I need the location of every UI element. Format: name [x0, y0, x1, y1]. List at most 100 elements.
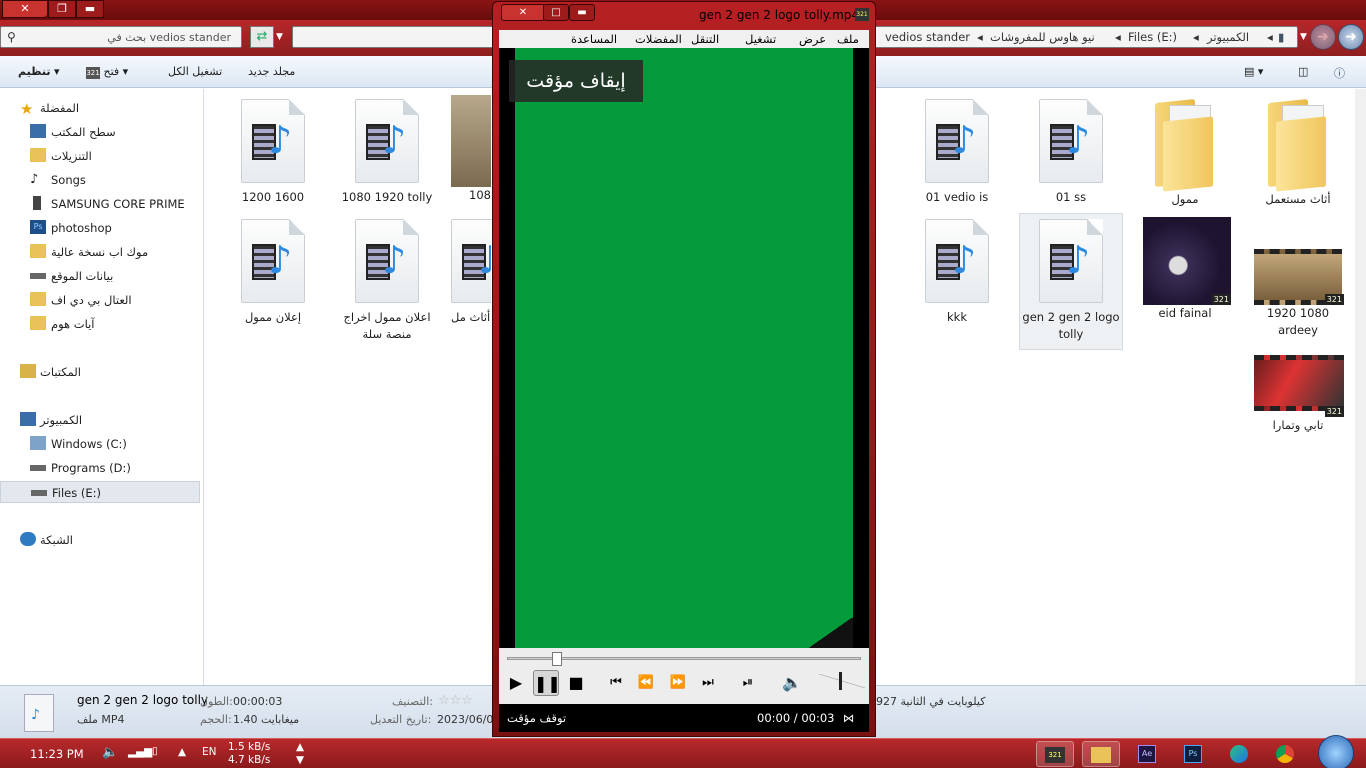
close-button[interactable]: ✕	[2, 0, 48, 18]
next-button[interactable]: ⏭	[695, 670, 721, 696]
search-placeholder: بحث في vedios stander	[107, 31, 231, 44]
nav-computer[interactable]: الكمبيوتر	[0, 409, 200, 431]
forward-button[interactable]: ➜	[1310, 24, 1336, 50]
history-dropdown[interactable]: ▼	[276, 26, 290, 48]
show-hidden-icons[interactable]: ▲	[178, 746, 186, 758]
file-item[interactable]: ♪ 1080 1920 tolly	[337, 99, 437, 206]
video-area[interactable]: إيقاف مؤقت	[499, 48, 869, 648]
rating-stars[interactable]: ☆☆☆	[438, 693, 473, 708]
star-icon: ★	[20, 100, 34, 118]
pause-button[interactable]: ❚❚	[533, 670, 561, 696]
file-item[interactable]: ♪ اعلان ممول اخراج منصة سلة	[337, 219, 437, 343]
file-item[interactable]: 321 eid fainal	[1135, 215, 1235, 322]
crumb-vedios[interactable]: vedios stander	[885, 30, 970, 44]
nav-downloads[interactable]: التنزيلات	[0, 145, 200, 167]
file-item[interactable]: ♪ 01 ss	[1021, 99, 1121, 206]
nav-pdf[interactable]: العتال بي دي اف	[0, 289, 200, 311]
nav-samsung[interactable]: SAMSUNG CORE PRIME	[0, 193, 200, 215]
open-button[interactable]: 321 فتح ▾	[86, 65, 128, 79]
back-button[interactable]: ➜	[1338, 24, 1364, 50]
aftereffects-taskbar-icon[interactable]: Ae	[1128, 741, 1166, 767]
menu-file[interactable]: ملف	[837, 32, 859, 46]
file-item[interactable]: 321 تابي وتمارا	[1248, 351, 1348, 434]
restore-button[interactable]: ❐	[48, 0, 76, 18]
language-indicator[interactable]: EN	[202, 746, 217, 758]
modified-label: تاريخ التعديل:	[370, 713, 432, 726]
nav-ayat[interactable]: آيات هوم	[0, 313, 200, 335]
file-item[interactable]: أثاث مستعمل	[1248, 95, 1348, 208]
new-folder-button[interactable]: مجلد جديد	[248, 65, 295, 78]
player-menu-bar: ملف عرض تشغيل التنقل المفضلات المساعدة	[499, 30, 869, 48]
minimize-button[interactable]: ▬	[76, 0, 104, 18]
network-tray-icon[interactable]: ▂▄▆	[128, 746, 152, 758]
net-upload: 1.5 kB/s	[228, 741, 271, 753]
nav-photoshop[interactable]: Ps photoshop	[0, 217, 200, 239]
nav-drive-c[interactable]: Windows (C:)	[0, 433, 200, 455]
preview-pane-icon[interactable]: ◫	[1298, 65, 1308, 78]
file-item[interactable]: ♪ إعلان ممول	[223, 219, 323, 326]
file-item[interactable]: ♪ kkk	[907, 219, 1007, 326]
start-button[interactable]	[1318, 735, 1354, 768]
folder-icon	[30, 244, 46, 258]
power-tray-icon[interactable]: ▯	[152, 745, 158, 757]
nav-mockup[interactable]: موك اب نسخة عالية	[0, 241, 200, 263]
menu-help[interactable]: المساعدة	[571, 32, 617, 46]
nav-drive-e[interactable]: Files (E:)	[0, 481, 200, 503]
menu-favorites[interactable]: المفضلات	[635, 32, 682, 46]
audio-switch-icon[interactable]: ⋈	[843, 711, 855, 725]
file-item[interactable]: ♪ أثاث مل	[451, 219, 491, 326]
file-item[interactable]: 321 1920 1080 ardeey	[1248, 215, 1348, 339]
video-file-icon: ♪	[1039, 99, 1103, 183]
drive-icon	[31, 490, 47, 496]
taskbar: 11:23 PM 🔈 ▂▄▆ ▯ ▲ EN 1.5 kB/s 4.7 kB/s …	[0, 735, 1366, 768]
close-button[interactable]: ✕	[501, 4, 545, 21]
volume-tray-icon[interactable]: 🔈	[102, 745, 118, 760]
file-item[interactable]: ♪ gen 2 gen 2 logo tolly	[1019, 213, 1123, 350]
view-options-icon[interactable]: ▤ ▾	[1244, 65, 1263, 78]
volume-icon[interactable]: 🔈	[779, 670, 805, 696]
help-icon[interactable]: ⓘ	[1334, 65, 1345, 81]
fast-forward-button[interactable]: ⏩	[665, 670, 691, 696]
file-item[interactable]: ♪ 01 vedio is	[907, 99, 1007, 206]
explorer-taskbar-icon[interactable]	[1082, 741, 1120, 767]
player-app-icon: 321	[855, 8, 869, 21]
minimize-button[interactable]: ▬	[569, 4, 595, 21]
nav-desktop[interactable]: سطح المكتب	[0, 121, 200, 143]
crumb-files[interactable]: Files (E:)	[1128, 30, 1177, 44]
seek-handle[interactable]	[551, 652, 562, 666]
scrollbar[interactable]	[1355, 89, 1366, 685]
crumb-computer[interactable]: الكمبيوتر	[1207, 30, 1249, 44]
nav-drive-d[interactable]: Programs (D:)	[0, 457, 200, 479]
previous-button[interactable]: ⏮	[603, 670, 629, 696]
frame-step-button[interactable]: ⏯	[735, 670, 761, 696]
nav-favorites[interactable]: ★ المفضلة	[0, 97, 200, 119]
stop-button[interactable]: ■	[563, 670, 589, 696]
nav-site-data[interactable]: بيانات الموقع	[0, 265, 200, 287]
menu-view[interactable]: عرض	[799, 32, 826, 46]
menu-navigate[interactable]: التنقل	[691, 32, 719, 46]
video-file-icon: ♪	[925, 219, 989, 303]
nav-libraries[interactable]: المكتبات	[0, 361, 200, 383]
rewind-button[interactable]: ⏪	[633, 670, 659, 696]
organize-button[interactable]: تنظيم ▾	[18, 65, 59, 78]
refresh-button[interactable]: ⇄	[250, 26, 274, 48]
file-item[interactable]: ♪ 1200 1600	[223, 99, 323, 206]
play-button[interactable]: ▶	[503, 670, 529, 696]
chrome-taskbar-icon[interactable]	[1266, 741, 1304, 767]
maximize-button[interactable]: □	[543, 4, 569, 21]
mpc-taskbar-icon[interactable]: 321	[1036, 741, 1074, 767]
photoshop-taskbar-icon[interactable]: Ps	[1174, 741, 1212, 767]
edge-taskbar-icon[interactable]	[1220, 741, 1258, 767]
menu-play[interactable]: تشغيل	[745, 32, 776, 46]
file-item[interactable]: ممول	[1135, 95, 1235, 208]
search-input[interactable]: ⚲ بحث في vedios stander	[0, 26, 242, 48]
clock[interactable]: 11:23 PM	[30, 747, 84, 761]
play-all-button[interactable]: تشغيل الكل	[168, 65, 222, 78]
music-icon: ♪	[30, 172, 39, 187]
volume-slider[interactable]	[819, 672, 865, 692]
nav-songs[interactable]: ♪ Songs	[0, 169, 200, 191]
video-file-icon: ♪	[1039, 219, 1103, 303]
image-thumbnail	[451, 95, 491, 187]
crumb-newhouse[interactable]: نيو هاوس للمفروشات	[990, 30, 1095, 44]
nav-network[interactable]: الشبكة	[0, 529, 200, 551]
